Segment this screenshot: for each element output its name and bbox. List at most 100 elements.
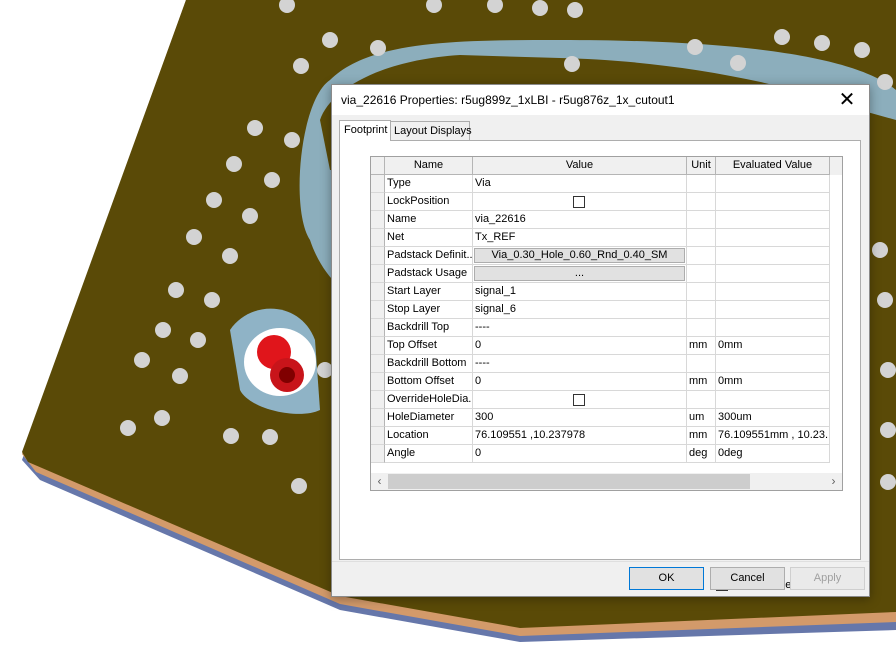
row-selector[interactable] xyxy=(371,193,385,211)
property-unit-cell[interactable]: mm xyxy=(687,373,716,391)
property-unit-cell[interactable] xyxy=(687,265,716,283)
row-selector[interactable] xyxy=(371,283,385,301)
table-row[interactable]: Location 76.109551 ,10.237978 mm 76.109551m… xyxy=(371,427,831,445)
property-evaluated-cell xyxy=(716,391,830,409)
property-unit-cell[interactable] xyxy=(687,193,716,211)
property-unit-cell[interactable] xyxy=(687,175,716,193)
tab-layout-displays[interactable]: Layout Displays xyxy=(390,121,472,140)
property-unit-cell[interactable]: deg xyxy=(687,445,716,463)
property-unit-cell[interactable] xyxy=(687,301,716,319)
property-unit-cell[interactable] xyxy=(687,211,716,229)
scroll-left-icon[interactable]: ‹ xyxy=(371,473,388,490)
column-header-unit[interactable]: Unit xyxy=(687,157,716,175)
property-name-cell: LockPosition xyxy=(385,193,473,211)
property-value-button[interactable]: Via_0.30_Hole_0.60_Rnd_0.40_SM xyxy=(474,248,685,263)
property-evaluated-cell: 76.109551mm , 10.23... xyxy=(716,427,830,445)
row-selector[interactable] xyxy=(371,175,385,193)
property-evaluated-cell: 0mm xyxy=(716,337,830,355)
close-icon[interactable]: ✕ xyxy=(825,85,869,115)
apply-button[interactable]: Apply xyxy=(790,567,865,590)
table-row[interactable]: Type Via xyxy=(371,175,831,193)
ok-button[interactable]: OK xyxy=(629,567,704,590)
property-unit-cell[interactable] xyxy=(687,391,716,409)
property-name-cell: Top Offset xyxy=(385,337,473,355)
table-row[interactable]: LockPosition xyxy=(371,193,831,211)
table-row[interactable]: OverrideHoleDia... xyxy=(371,391,831,409)
table-row[interactable]: Bottom Offset 0 mm 0mm xyxy=(371,373,831,391)
property-value-cell[interactable]: 0 xyxy=(473,445,687,463)
table-row[interactable]: Angle 0 deg 0deg xyxy=(371,445,831,463)
row-selector[interactable] xyxy=(371,247,385,265)
scroll-right-icon[interactable]: › xyxy=(825,473,842,490)
property-value-cell[interactable]: 0 xyxy=(473,337,687,355)
property-checkbox[interactable] xyxy=(573,394,585,406)
table-row[interactable]: HoleDiameter 300 um 300um xyxy=(371,409,831,427)
property-evaluated-cell xyxy=(716,355,830,373)
property-unit-cell[interactable]: um xyxy=(687,409,716,427)
column-header-evaluated-value[interactable]: Evaluated Value xyxy=(716,157,830,175)
property-checkbox[interactable] xyxy=(573,196,585,208)
property-name-cell: OverrideHoleDia... xyxy=(385,391,473,409)
property-value-cell[interactable]: signal_1 xyxy=(473,283,687,301)
property-value-cell[interactable] xyxy=(473,193,687,211)
property-evaluated-cell xyxy=(716,175,830,193)
row-selector[interactable] xyxy=(371,427,385,445)
table-row[interactable]: Padstack Usage... xyxy=(371,265,831,283)
property-value-cell[interactable]: signal_6 xyxy=(473,301,687,319)
property-value-cell[interactable]: ---- xyxy=(473,355,687,373)
row-selector[interactable] xyxy=(371,211,385,229)
horizontal-scrollbar[interactable]: ‹ › xyxy=(371,473,842,490)
table-row[interactable]: Top Offset 0 mm 0mm xyxy=(371,337,831,355)
property-unit-cell[interactable] xyxy=(687,229,716,247)
property-value-cell[interactable]: 0 xyxy=(473,373,687,391)
property-value-cell[interactable]: ... xyxy=(473,265,687,283)
property-unit-cell[interactable] xyxy=(687,283,716,301)
property-evaluated-cell xyxy=(716,319,830,337)
property-value-cell[interactable]: 300 xyxy=(473,409,687,427)
property-unit-cell[interactable] xyxy=(687,247,716,265)
property-unit-cell[interactable]: mm xyxy=(687,427,716,445)
column-header-value[interactable]: Value xyxy=(473,157,687,175)
property-unit-cell[interactable] xyxy=(687,355,716,373)
property-value-button[interactable]: ... xyxy=(474,266,685,281)
row-selector[interactable] xyxy=(371,391,385,409)
table-row[interactable]: Net Tx_REF xyxy=(371,229,831,247)
scroll-thumb[interactable] xyxy=(388,474,750,489)
row-selector[interactable] xyxy=(371,301,385,319)
property-value-cell[interactable]: via_22616 xyxy=(473,211,687,229)
property-grid: Name Value Unit Evaluated Value Type Via L… xyxy=(370,156,843,491)
property-name-cell: Name xyxy=(385,211,473,229)
property-value-cell[interactable]: ---- xyxy=(473,319,687,337)
property-unit-cell[interactable] xyxy=(687,319,716,337)
table-row[interactable]: Start Layer signal_1 xyxy=(371,283,831,301)
property-value-cell[interactable]: Tx_REF xyxy=(473,229,687,247)
property-value-cell[interactable]: 76.109551 ,10.237978 xyxy=(473,427,687,445)
row-selector[interactable] xyxy=(371,355,385,373)
table-row[interactable]: Padstack Definit... Via_0.30_Hole_0.60_Rn… xyxy=(371,247,831,265)
table-row[interactable]: Stop Layer signal_6 xyxy=(371,301,831,319)
property-name-cell: Bottom Offset xyxy=(385,373,473,391)
property-value-cell[interactable] xyxy=(473,391,687,409)
row-selector[interactable] xyxy=(371,373,385,391)
property-evaluated-cell xyxy=(716,247,830,265)
property-name-cell: Backdrill Top xyxy=(385,319,473,337)
property-value-cell[interactable]: Via_0.30_Hole_0.60_Rnd_0.40_SM xyxy=(473,247,687,265)
table-row[interactable]: Backdrill Bottom ---- xyxy=(371,355,831,373)
property-evaluated-cell xyxy=(716,283,830,301)
tab-footprint[interactable]: Footprint xyxy=(339,120,391,141)
table-row[interactable]: Backdrill Top ---- xyxy=(371,319,831,337)
property-value-cell[interactable]: Via xyxy=(473,175,687,193)
property-name-cell: Backdrill Bottom xyxy=(385,355,473,373)
row-selector[interactable] xyxy=(371,337,385,355)
row-selector[interactable] xyxy=(371,409,385,427)
property-name-cell: Padstack Usage xyxy=(385,265,473,283)
column-header-name[interactable]: Name xyxy=(385,157,473,175)
cancel-button[interactable]: Cancel xyxy=(710,567,785,590)
dialog-titlebar[interactable]: via_22616 Properties: r5ug899z_1xLBI - r… xyxy=(332,85,869,115)
row-selector[interactable] xyxy=(371,319,385,337)
table-row[interactable]: Name via_22616 xyxy=(371,211,831,229)
row-selector[interactable] xyxy=(371,229,385,247)
row-selector[interactable] xyxy=(371,265,385,283)
row-selector[interactable] xyxy=(371,445,385,463)
property-unit-cell[interactable]: mm xyxy=(687,337,716,355)
